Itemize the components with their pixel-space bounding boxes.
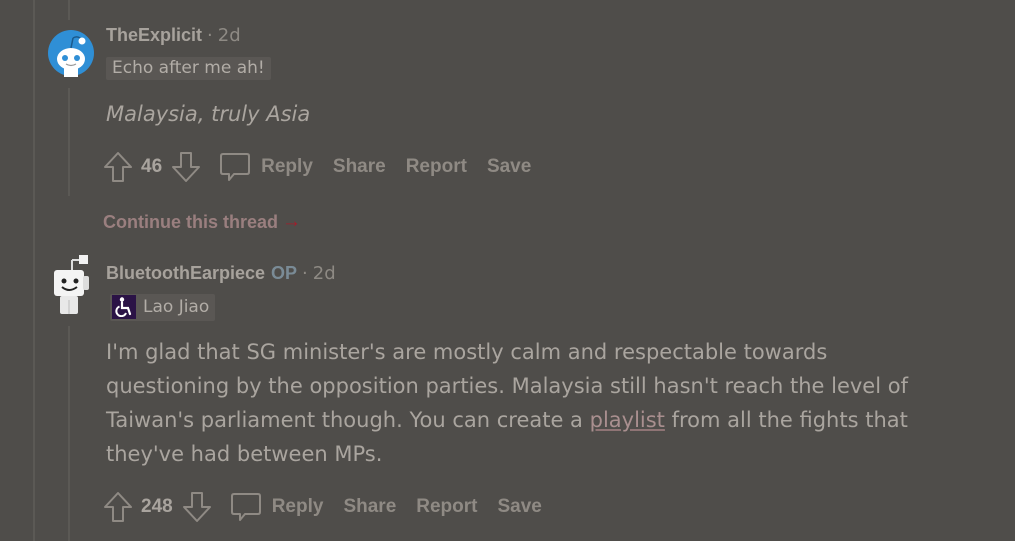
- comment-bubble-icon: [230, 493, 261, 521]
- wheelchair-icon: [112, 295, 136, 319]
- flair-text: Lao Jiao: [143, 297, 210, 317]
- snoo-blue-avatar-icon: [48, 30, 94, 77]
- downvote-button[interactable]: [171, 151, 201, 183]
- upvote-button[interactable]: [103, 151, 133, 183]
- comment-body: Malaysia, truly Asia: [106, 97, 310, 131]
- snoo-robot-avatar-icon: [54, 255, 89, 314]
- downvote-arrow-icon: [172, 152, 201, 182]
- playlist-link[interactable]: playlist: [590, 408, 665, 432]
- comment-text: Malaysia, truly Asia: [106, 102, 311, 126]
- arrow-right-icon: →: [282, 211, 301, 232]
- share-button[interactable]: Share: [343, 496, 396, 518]
- comment-text: from all the fights that: [664, 408, 908, 432]
- upvote-arrow-icon: [104, 492, 132, 522]
- save-button[interactable]: Save: [487, 156, 531, 178]
- comment-text: Taiwan's parliament though. You can crea…: [106, 408, 590, 432]
- thread-line-comment-2[interactable]: [68, 326, 70, 541]
- reply-label: Reply: [271, 496, 324, 517]
- username-link[interactable]: BluetoothEarpiece: [106, 263, 265, 284]
- thread-line-comment-1-body[interactable]: [68, 88, 70, 196]
- vote-score: 248: [141, 496, 173, 517]
- comment-bubble-icon: [220, 153, 251, 181]
- comment-actions: 46 Reply Share Report Save: [103, 151, 551, 183]
- thread-line-comment-1[interactable]: [68, 0, 70, 20]
- upvote-arrow-icon: [104, 152, 132, 182]
- downvote-button[interactable]: [182, 491, 212, 523]
- comment-line: questioning by the opposition parties. M…: [106, 374, 908, 398]
- comment-meta: TheExplicit · 2d: [106, 25, 241, 46]
- timestamp[interactable]: 2d: [313, 263, 336, 284]
- downvote-arrow-icon: [182, 492, 211, 522]
- report-button[interactable]: Report: [416, 496, 477, 518]
- username-link[interactable]: TheExplicit: [106, 25, 202, 46]
- comment-line: they've had between MPs.: [106, 442, 383, 466]
- continue-thread-link[interactable]: Continue this thread →: [103, 211, 301, 233]
- comment-body: I'm glad that SG minister's are mostly c…: [106, 335, 908, 471]
- upvote-button[interactable]: [103, 491, 133, 523]
- reply-button[interactable]: Reply: [219, 151, 333, 183]
- avatar[interactable]: [50, 254, 94, 316]
- comment-line: I'm glad that SG minister's are mostly c…: [106, 340, 828, 364]
- comment-line: Taiwan's parliament though. You can crea…: [106, 403, 908, 437]
- comment-meta: BluetoothEarpiece OP · 2d: [106, 263, 336, 284]
- separator-dot: ·: [302, 263, 308, 284]
- reply-button[interactable]: Reply: [230, 491, 344, 523]
- save-button[interactable]: Save: [498, 496, 542, 518]
- thread-line-outer[interactable]: [33, 0, 35, 541]
- user-flair: Lao Jiao: [110, 294, 216, 321]
- timestamp[interactable]: 2d: [218, 25, 241, 46]
- vote-score: 46: [141, 156, 163, 177]
- user-flair: Echo after me ah!: [106, 57, 271, 80]
- report-button[interactable]: Report: [406, 156, 467, 178]
- flair-text: Echo after me ah!: [112, 58, 265, 78]
- avatar[interactable]: [47, 29, 95, 77]
- reply-label: Reply: [261, 156, 313, 177]
- op-badge: OP: [271, 263, 298, 283]
- share-button[interactable]: Share: [333, 156, 386, 178]
- separator-dot: ·: [207, 25, 213, 46]
- continue-thread-label: Continue this thread: [103, 211, 278, 232]
- comment-actions: 248 Reply Share Report Save: [103, 491, 562, 523]
